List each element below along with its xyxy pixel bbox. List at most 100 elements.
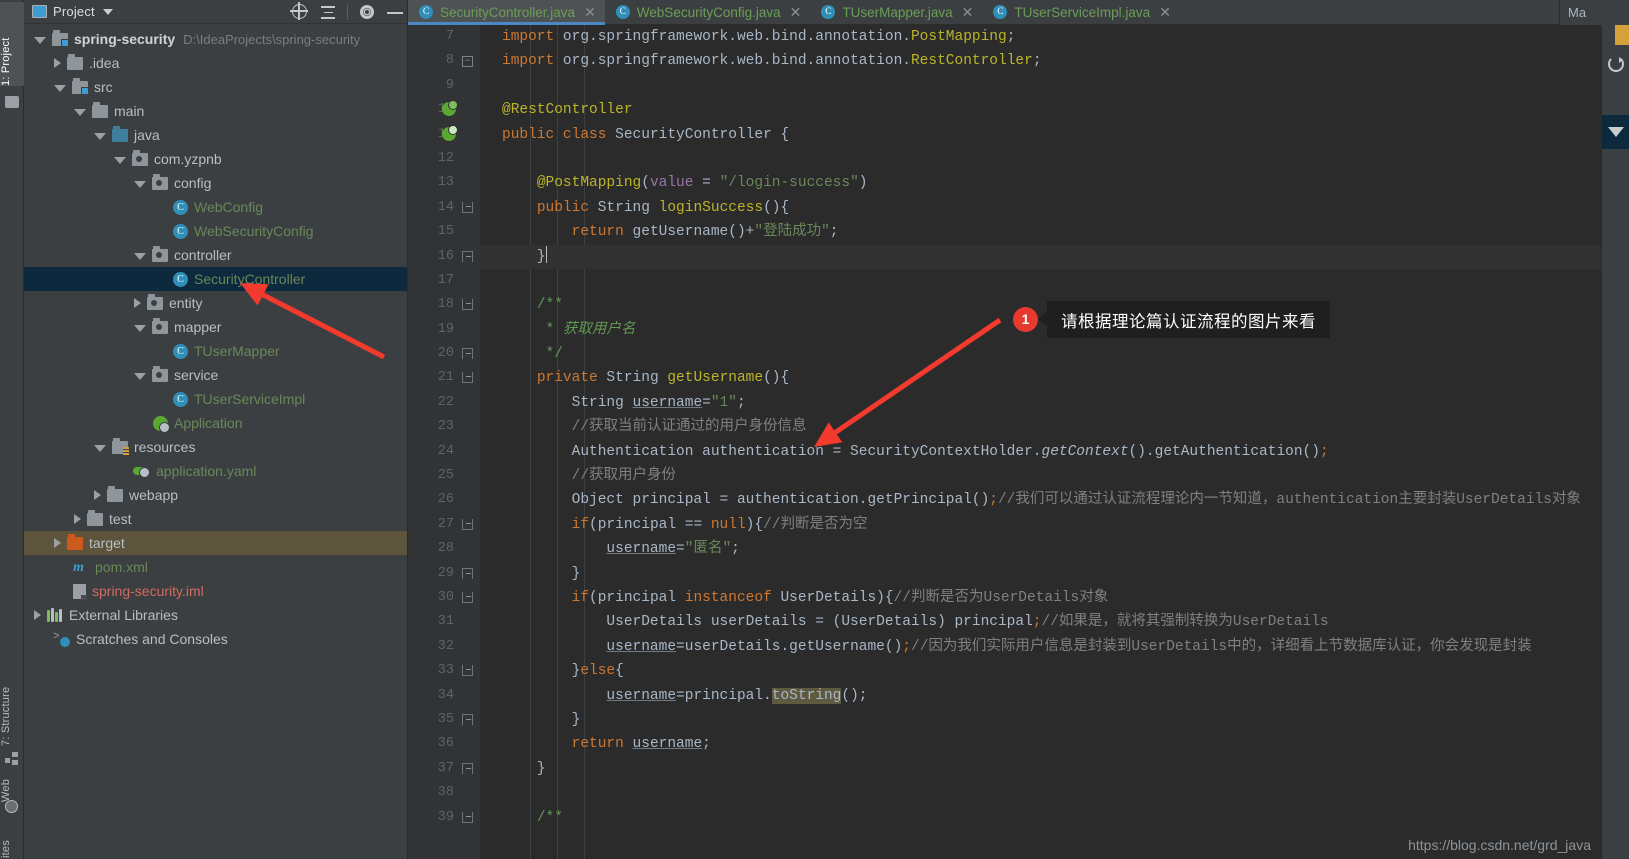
tree-item-mapper[interactable]: mapper xyxy=(24,315,408,339)
tree-item-idea[interactable]: .idea xyxy=(24,51,408,75)
code-line[interactable]: username="匿名"; xyxy=(480,537,1601,561)
editor-tab-tuserserviceimpl[interactable]: C TUserServiceImpl.java ✕ xyxy=(982,0,1180,24)
gutter-line[interactable]: 25 xyxy=(408,464,480,488)
chevron-down-icon[interactable] xyxy=(94,133,106,140)
code-line[interactable]: import org.springframework.web.bind.anno… xyxy=(480,49,1601,73)
fold-region-start-icon[interactable] xyxy=(462,518,473,530)
code-line[interactable]: return getUsername()+"登陆成功"; xyxy=(480,220,1601,244)
code-line[interactable]: public String loginSuccess(){ xyxy=(480,196,1601,220)
code-line[interactable]: private String getUsername(){ xyxy=(480,366,1601,390)
tree-item-application[interactable]: Application xyxy=(24,411,408,435)
gutter-line[interactable]: 29 xyxy=(408,562,480,586)
gutter-line[interactable]: 20 xyxy=(408,342,480,366)
chevron-down-icon[interactable] xyxy=(94,445,106,452)
fold-region-start-icon[interactable] xyxy=(462,201,473,213)
minimize-icon[interactable] xyxy=(386,3,404,21)
gutter-line[interactable]: 16 xyxy=(408,245,480,269)
code-line[interactable] xyxy=(480,147,1601,171)
code-line[interactable] xyxy=(480,781,1601,805)
tree-item-java[interactable]: java xyxy=(24,123,408,147)
fold-region-start-icon[interactable] xyxy=(462,372,473,384)
code-line[interactable]: UserDetails userDetails = (UserDetails) … xyxy=(480,610,1601,634)
fold-region-end-icon[interactable] xyxy=(462,348,473,360)
chevron-right-icon[interactable] xyxy=(54,58,61,68)
code-line[interactable]: if(principal == null){//判断是否为空 xyxy=(480,513,1601,537)
chevron-right-icon[interactable] xyxy=(134,298,141,308)
gutter-line[interactable]: 18 xyxy=(408,293,480,317)
gutter-line[interactable]: 38 xyxy=(408,781,480,805)
project-tree[interactable]: spring-security D:\IdeaProjects\spring-se… xyxy=(24,24,408,859)
code-line[interactable]: }else{ xyxy=(480,659,1601,683)
editor-body[interactable]: 78−9101112131415161718192021222324252627… xyxy=(408,25,1629,859)
editor-tab-tusermapper[interactable]: C TUserMapper.java ✕ xyxy=(810,0,982,24)
gutter-line[interactable]: 14 xyxy=(408,196,480,220)
tree-item-application-yaml[interactable]: application.yaml xyxy=(24,459,408,483)
code-line[interactable]: //获取当前认证通过的用户身份信息 xyxy=(480,415,1601,439)
tree-item-scratches-and-consoles[interactable]: Scratches and Consoles xyxy=(24,627,408,651)
code-line[interactable]: } xyxy=(480,562,1601,586)
gutter-line[interactable]: 19 xyxy=(408,318,480,342)
code-line[interactable]: } xyxy=(480,708,1601,732)
tree-item-main[interactable]: main xyxy=(24,99,408,123)
code-line[interactable]: import org.springframework.web.bind.anno… xyxy=(480,25,1601,49)
gutter-line[interactable]: 21 xyxy=(408,366,480,390)
editor-gutter[interactable]: 78−9101112131415161718192021222324252627… xyxy=(408,25,480,859)
gutter-line[interactable]: 12 xyxy=(408,147,480,171)
tree-item-config[interactable]: config xyxy=(24,171,408,195)
editor-tab-websecurityconfig[interactable]: C WebSecurityConfig.java ✕ xyxy=(605,0,811,24)
tree-item-webconfig[interactable]: C WebConfig xyxy=(24,195,408,219)
fold-region-end-icon[interactable] xyxy=(462,250,473,262)
tree-item-target[interactable]: target xyxy=(24,531,408,555)
close-icon[interactable]: ✕ xyxy=(1159,5,1171,19)
collapse-all-icon[interactable] xyxy=(319,3,337,21)
fold-region-start-icon[interactable] xyxy=(462,591,473,603)
tool-tab-structure[interactable]: 7: Structure xyxy=(0,640,24,746)
tree-item-securitycontroller[interactable]: C SecurityController xyxy=(24,267,408,291)
fold-region-end-icon[interactable] xyxy=(462,713,473,725)
spring-bean-gutter-icon[interactable] xyxy=(442,124,458,141)
tree-item-com-yzpnb[interactable]: com.yzpnb xyxy=(24,147,408,171)
code-line[interactable]: username=userDetails.getUsername();//因为我… xyxy=(480,635,1601,659)
tree-item-src[interactable]: src xyxy=(24,75,408,99)
gutter-line[interactable]: 11 xyxy=(408,123,480,147)
fold-region-start-icon[interactable] xyxy=(462,665,473,677)
chevron-right-icon[interactable] xyxy=(54,538,61,548)
fold-region-start-icon[interactable] xyxy=(462,811,473,823)
chevron-right-icon[interactable] xyxy=(34,610,41,620)
code-line[interactable]: String username="1"; xyxy=(480,391,1601,415)
tool-tab-web[interactable]: Web xyxy=(0,760,24,802)
tree-item-controller[interactable]: controller xyxy=(24,243,408,267)
code-line[interactable]: @PostMapping(value = "/login-success") xyxy=(480,171,1601,195)
tool-tab-project[interactable]: 1: Project xyxy=(0,2,24,86)
locate-icon[interactable] xyxy=(290,2,309,21)
gutter-line[interactable]: 24 xyxy=(408,440,480,464)
project-files-icon[interactable] xyxy=(5,96,19,108)
gutter-line[interactable]: 7 xyxy=(408,25,480,49)
close-icon[interactable]: ✕ xyxy=(584,5,596,19)
close-icon[interactable]: ✕ xyxy=(962,5,974,19)
chevron-down-icon[interactable] xyxy=(34,37,46,44)
gutter-line[interactable]: 22 xyxy=(408,391,480,415)
code-line[interactable]: Object principal = authentication.getPri… xyxy=(480,488,1601,512)
chevron-down-icon[interactable] xyxy=(134,325,146,332)
code-line[interactable]: */ xyxy=(480,342,1601,366)
chevron-down-icon[interactable] xyxy=(102,8,113,15)
chevron-down-icon[interactable] xyxy=(134,373,146,380)
chevron-down-icon[interactable] xyxy=(114,157,126,164)
tree-item-tusermapper[interactable]: C TUserMapper xyxy=(24,339,408,363)
tree-item-webapp[interactable]: webapp xyxy=(24,483,408,507)
gutter-line[interactable]: 26 xyxy=(408,488,480,512)
gutter-line[interactable]: 30 xyxy=(408,586,480,610)
gutter-line[interactable]: 23 xyxy=(408,415,480,439)
code-line[interactable]: //获取用户身份 xyxy=(480,464,1601,488)
code-line[interactable]: /** xyxy=(480,806,1601,830)
fold-region-end-icon[interactable] xyxy=(462,762,473,774)
chevron-down-icon[interactable] xyxy=(74,109,86,116)
code-line[interactable] xyxy=(480,74,1601,98)
gutter-line[interactable]: 35 xyxy=(408,708,480,732)
code-content[interactable]: import org.springframework.web.bind.anno… xyxy=(480,25,1601,859)
tree-item-entity[interactable]: entity xyxy=(24,291,408,315)
tree-item-tuserserviceimpl[interactable]: C TUserServiceImpl xyxy=(24,387,408,411)
refresh-button[interactable] xyxy=(1602,47,1629,81)
tree-item-resources[interactable]: resources xyxy=(24,435,408,459)
